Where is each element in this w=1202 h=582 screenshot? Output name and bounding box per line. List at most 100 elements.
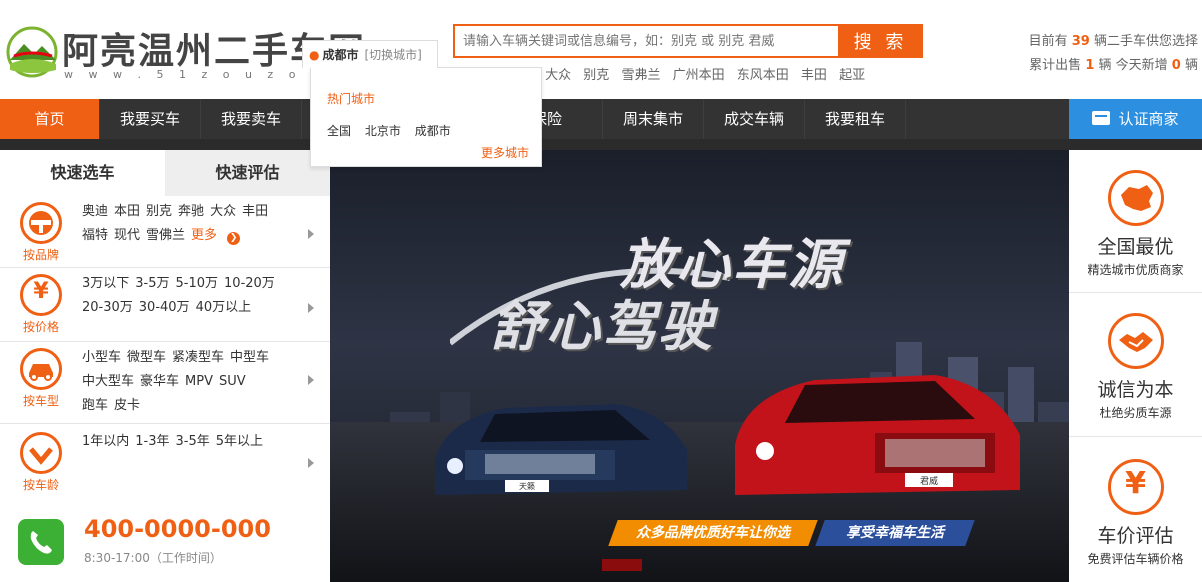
- age-link[interactable]: 1年以内: [82, 434, 129, 449]
- type-link[interactable]: 中型车: [230, 350, 269, 365]
- nav-sell[interactable]: 我要卖车: [201, 99, 302, 139]
- chevron-right-icon: [308, 229, 314, 239]
- carousel-indicator[interactable]: [602, 559, 642, 571]
- brand-links: 奥迪 本田 别克 奔驰 大众 丰田 福特 现代 雪佛兰 更多 ❯: [82, 200, 304, 248]
- more-cities-link[interactable]: 更多城市: [481, 144, 529, 161]
- brand-link[interactable]: 奔驰: [178, 204, 204, 219]
- nav-sold-cars[interactable]: 成交车辆: [704, 99, 805, 139]
- feature-title: 全国最优: [1097, 236, 1174, 258]
- yen-icon: ¥: [1107, 459, 1164, 515]
- city-switcher[interactable]: ● 成都市 [切换城市]: [302, 40, 438, 68]
- price-link[interactable]: 40万以上: [196, 300, 252, 315]
- hot-keyword[interactable]: 起亚: [839, 68, 865, 83]
- city-option[interactable]: 成都市: [415, 124, 451, 138]
- feature-valuation[interactable]: ¥ 车价评估 免费评估车辆价格: [1069, 437, 1202, 582]
- search-bar: 搜 索: [453, 24, 923, 58]
- tab-quick-evaluate[interactable]: 快速评估: [165, 150, 330, 196]
- new-today-count: 0: [1171, 58, 1181, 73]
- plate-left-text: 天籁: [519, 481, 535, 491]
- type-link[interactable]: 微型车: [127, 350, 166, 365]
- hero-banner[interactable]: 放心车源 舒心驾驶 天籁 君威 众多品牌优质好车让你选 享受幸福车生活: [330, 150, 1069, 582]
- hot-keyword[interactable]: 东风本田: [737, 68, 789, 83]
- type-link[interactable]: 豪华车: [140, 374, 179, 389]
- feature-title: 诚信为本: [1097, 379, 1174, 401]
- type-link[interactable]: MPV: [185, 374, 213, 389]
- brand-more-link[interactable]: 更多 ❯: [191, 228, 246, 245]
- certified-dealer-button[interactable]: 认证商家: [1069, 99, 1202, 139]
- sold-count: 1: [1085, 58, 1095, 73]
- city-option[interactable]: 北京市: [365, 124, 401, 138]
- feature-subtitle: 精选城市优质商家: [1087, 263, 1184, 277]
- banner-headline-2: 舒心驾驶: [490, 295, 714, 358]
- switch-city-link[interactable]: [切换城市]: [365, 46, 422, 63]
- brand-label: 按品牌: [22, 248, 59, 262]
- chevron-right-icon: [308, 303, 314, 313]
- banner-slogan-2: 享受幸福车生活: [815, 520, 975, 546]
- price-link[interactable]: 3-5万: [135, 276, 169, 291]
- filter-by-price: ¥ 按价格 3万以下 3-5万 5-10万 10-20万 20-30万 30-40万 40…: [0, 268, 330, 342]
- price-link[interactable]: 3万以下: [82, 276, 129, 291]
- site-logo[interactable]: 阿亮温州二手车网 w w w . 5 1 z o u z o u . c o m: [0, 18, 407, 88]
- search-input[interactable]: [453, 24, 838, 58]
- type-link[interactable]: 小型车: [82, 350, 121, 365]
- onsale-count: 39: [1071, 34, 1090, 49]
- banner-slogan-1: 众多品牌优质好车让你选: [608, 520, 818, 546]
- hot-keyword[interactable]: 广州本田: [673, 68, 725, 83]
- type-link[interactable]: 中大型车: [82, 374, 134, 389]
- chevron-right-icon: [308, 458, 314, 468]
- type-link[interactable]: 紧凑型车: [172, 350, 224, 365]
- price-link[interactable]: 5-10万: [176, 276, 219, 291]
- brand-link[interactable]: 奥迪: [82, 204, 108, 219]
- brand-link[interactable]: 大众: [210, 204, 236, 219]
- brand-link[interactable]: 现代: [114, 228, 140, 243]
- nav-buy[interactable]: 我要买车: [100, 99, 201, 139]
- hot-keyword[interactable]: 大众: [545, 68, 571, 83]
- price-link[interactable]: 10-20万: [224, 276, 275, 291]
- type-link[interactable]: 皮卡: [114, 398, 140, 413]
- feature-subtitle: 杜绝劣质车源: [1099, 406, 1172, 420]
- age-link[interactable]: 1-3年: [135, 434, 169, 449]
- red-sedan-image: 君威: [735, 375, 1020, 495]
- stats-line-onsale: 目前有 39 辆二手车供您选择: [1028, 34, 1198, 49]
- type-links: 小型车 微型车 紧凑型车 中型车 中大型车 豪华车 MPV SUV 跑车 皮卡: [82, 346, 304, 418]
- location-pin-icon: ●: [309, 47, 320, 62]
- feature-nationwide[interactable]: 全国最优 精选城市优质商家: [1069, 150, 1202, 293]
- search-button[interactable]: 搜 索: [838, 24, 923, 58]
- hot-cities-title: 热门城市: [327, 92, 376, 106]
- feature-integrity[interactable]: 诚信为本 杜绝劣质车源: [1069, 293, 1202, 437]
- main-nav: 首页 我要买车 我要卖车 汽车保险 周末集市 成交车辆 我要租车 认证商家: [0, 99, 1202, 139]
- filter-by-type: 按车型 小型车 微型车 紧凑型车 中型车 中大型车 豪华车 MPV SUV 跑车 皮卡: [0, 342, 330, 424]
- city-option[interactable]: 全国: [327, 124, 351, 138]
- price-links: 3万以下 3-5万 5-10万 10-20万 20-30万 30-40万 40万以上: [82, 272, 304, 320]
- age-links: 1年以内 1-3年 3-5年 5年以上: [82, 430, 304, 454]
- hotline-number[interactable]: 400-0000-000: [84, 515, 271, 543]
- brand-link[interactable]: 本田: [114, 204, 140, 219]
- brand-link[interactable]: 福特: [82, 228, 108, 243]
- age-label: 按车龄: [22, 478, 59, 492]
- type-link[interactable]: SUV: [219, 374, 246, 389]
- price-link[interactable]: 20-30万: [82, 300, 133, 315]
- china-map-icon: [1107, 170, 1164, 226]
- filter-by-brand: 按品牌 奥迪 本田 别克 奔驰 大众 丰田 福特 现代 雪佛兰 更多 ❯: [0, 196, 330, 268]
- tab-quick-select[interactable]: 快速选车: [0, 150, 165, 196]
- nav-rent[interactable]: 我要租车: [805, 99, 906, 139]
- handshake-icon: [1107, 313, 1164, 369]
- brand-link[interactable]: 别克: [146, 204, 172, 219]
- stats-line-sold: 累计出售 1 辆 今天新增 0 辆: [1029, 58, 1198, 73]
- age-link[interactable]: 5年以上: [216, 434, 263, 449]
- nav-weekend-market[interactable]: 周末集市: [603, 99, 704, 139]
- features-panel: 全国最优 精选城市优质商家 诚信为本 杜绝劣质车源 ¥ 车价评估 免费评估车辆价…: [1069, 150, 1202, 582]
- age-link[interactable]: 3-5年: [176, 434, 210, 449]
- price-link[interactable]: 30-40万: [139, 300, 190, 315]
- feature-subtitle: 免费评估车辆价格: [1087, 552, 1184, 566]
- hot-keyword[interactable]: 雪弗兰: [621, 68, 660, 83]
- steering-wheel-icon: [20, 202, 62, 244]
- brand-link[interactable]: 雪佛兰: [146, 228, 185, 243]
- type-link[interactable]: 跑车: [82, 398, 108, 413]
- hot-keyword[interactable]: 别克: [583, 68, 609, 83]
- hot-keyword[interactable]: 丰田: [801, 68, 827, 83]
- brand-link[interactable]: 丰田: [242, 204, 268, 219]
- hotline-hours: 8:30-17:00（工作时间）: [84, 551, 222, 565]
- current-city: 成都市: [322, 48, 359, 62]
- nav-home[interactable]: 首页: [0, 99, 100, 139]
